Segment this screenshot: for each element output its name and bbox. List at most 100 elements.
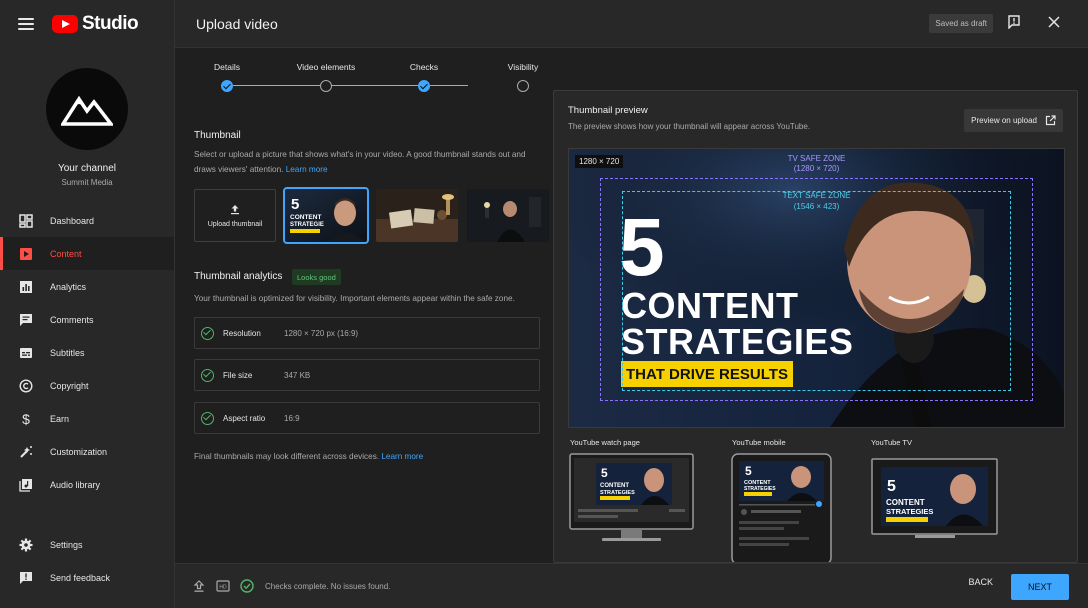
sidebar-item-label: Subtitles — [50, 347, 85, 358]
looks-good-badge: Looks good — [292, 269, 341, 285]
channel-subtitle: Summit Media — [61, 178, 113, 187]
svg-text:STRATEGIES: STRATEGIES — [744, 486, 776, 492]
check-value: 16:9 — [284, 413, 300, 423]
studio-logo[interactable]: Studio — [52, 13, 139, 35]
comments-icon — [18, 312, 33, 327]
sidebar-item-comments[interactable]: Comments — [0, 303, 174, 336]
thumbnail-desk-image — [376, 189, 458, 242]
channel-name: Your channel — [57, 163, 116, 174]
check-circle-icon — [201, 368, 214, 382]
step-checks-check-icon[interactable] — [418, 80, 430, 92]
svg-text:STRATEGIES: STRATEGIES — [600, 490, 635, 496]
thumbnail-speaker-image — [467, 189, 549, 242]
analytics-description: Your thumbnail is optimized for visibili… — [194, 294, 515, 303]
youtube-logo-icon — [52, 15, 78, 33]
thumbnail-analytics-title: Thumbnail analytics — [194, 271, 283, 282]
svg-text:CONTENT: CONTENT — [290, 214, 321, 221]
dashboard-icon — [18, 213, 33, 228]
device-label-tv: YouTube TV — [871, 438, 913, 447]
sidebar-item-subtitles[interactable]: Subtitles — [0, 336, 174, 369]
upload-icon — [231, 204, 239, 214]
menu-icon[interactable] — [18, 18, 34, 30]
sidebar-item-send-feedback[interactable]: Send feedback — [0, 561, 174, 594]
step-checks-label: Checks — [409, 62, 439, 72]
check-row-aspect-ratio: Aspect ratio 16:9 — [194, 402, 540, 434]
device-preview-mobile[interactable]: 5 CONTENT STRATEGIES — [731, 453, 833, 562]
text-safe-zone-title: TEXT SAFE ZONE — [782, 191, 851, 200]
device-preview-tv[interactable]: 5 CONTENT STRATEGIES — [871, 453, 999, 548]
report-icon[interactable] — [1006, 14, 1022, 30]
final-thumbnail-note: Final thumbnails may look different acro… — [194, 450, 539, 465]
thumbnail-description: Select or upload a picture that shows wh… — [194, 148, 539, 177]
svg-text:CONTENT: CONTENT — [886, 498, 925, 507]
sidebar-item-settings[interactable]: Settings — [0, 528, 174, 561]
device-preview-watch-page[interactable]: 5 CONTENT STRATEGIES — [569, 453, 695, 550]
stepper-line — [233, 85, 468, 86]
dialog-header: Upload video Saved as draft — [175, 0, 1088, 48]
checks-complete-icon[interactable] — [239, 578, 255, 594]
sidebar-item-dashboard[interactable]: Dashboard — [0, 204, 174, 237]
check-value: 347 KB — [284, 370, 311, 380]
back-button[interactable]: BACK — [968, 577, 993, 587]
svg-text:5: 5 — [601, 466, 608, 480]
step-video-elements-dot[interactable] — [320, 80, 332, 92]
check-row-resolution: Resolution 1280 × 720 px (16:9) — [194, 317, 540, 349]
sidebar-item-label: Content — [50, 248, 82, 259]
thumbnail-description-text: Select or upload a picture that shows wh… — [194, 150, 526, 174]
tv-safe-zone-label: TV SAFE ZONE (1280 × 720) — [601, 154, 1032, 174]
brand-bar: Studio — [0, 0, 174, 48]
sidebar-item-audio-library[interactable]: Audio library — [0, 468, 174, 501]
check-value: 1280 × 720 px (16:9) — [284, 328, 359, 338]
sidebar-nav: Dashboard Content Analytics Comments Sub… — [0, 204, 174, 501]
close-icon[interactable] — [1046, 14, 1062, 30]
open-external-icon — [1045, 115, 1056, 126]
channel-avatar[interactable] — [46, 68, 128, 150]
desktop-monitor-icon: 5 CONTENT STRATEGIES — [569, 453, 694, 541]
dialog-body: Details Video elements Checks Visibility… — [175, 48, 1088, 563]
upload-status-icon[interactable] — [191, 578, 207, 594]
hd-icon[interactable]: HD — [215, 578, 231, 594]
sidebar-item-label: Analytics — [50, 281, 87, 292]
sidebar-item-customization[interactable]: Customization — [0, 435, 174, 468]
upload-stepper: Details Video elements Checks Visibility — [175, 48, 553, 102]
svg-text:5: 5 — [887, 478, 896, 495]
thumbnail-learn-more-link[interactable]: Learn more — [286, 165, 328, 174]
step-details-label: Details — [214, 62, 240, 72]
sidebar-item-content[interactable]: Content — [0, 237, 174, 270]
upload-thumbnail-button[interactable]: Upload thumbnail — [194, 189, 276, 242]
svg-text:STRATEGIES: STRATEGIES — [886, 507, 933, 516]
customization-icon — [18, 444, 33, 459]
mountain-logo-icon — [61, 95, 113, 126]
preview-on-upload-button[interactable]: Preview on upload — [964, 109, 1063, 132]
svg-text:CONTENT: CONTENT — [600, 483, 629, 489]
step-video-elements-label: Video elements — [296, 62, 356, 72]
sidebar-item-label: Send feedback — [50, 572, 111, 583]
audio-library-icon — [18, 477, 33, 492]
check-row-file-size: File size 347 KB — [194, 359, 540, 391]
copyright-icon — [18, 378, 33, 393]
tv-icon: 5 CONTENT STRATEGIES — [871, 458, 998, 538]
thumbnail-option-3[interactable] — [467, 189, 549, 242]
final-note-learn-more-link[interactable]: Learn more — [381, 452, 423, 461]
next-button[interactable]: NEXT — [1011, 574, 1069, 600]
step-details-check-icon[interactable] — [221, 80, 233, 92]
logo-text: Studio — [82, 13, 139, 34]
thumbnail-option-2[interactable] — [376, 189, 458, 242]
svg-text:$: $ — [22, 412, 30, 426]
subtitles-icon — [18, 345, 33, 360]
analytics-icon — [18, 279, 33, 294]
thumbnail-options: Upload thumbnail 5 CONTENT STRATEGIE — [194, 187, 549, 244]
text-safe-zone: TEXT SAFE ZONE (1546 × 423) — [622, 191, 1011, 391]
thumbnail-option-1[interactable]: 5 CONTENT STRATEGIE — [283, 187, 369, 244]
sidebar-item-earn[interactable]: $ Earn — [0, 402, 174, 435]
gear-icon — [18, 537, 33, 552]
step-visibility-dot[interactable] — [517, 80, 529, 92]
sidebar-item-label: Audio library — [50, 479, 101, 490]
tv-safe-zone-title: TV SAFE ZONE — [787, 154, 846, 163]
thumbnail-preview-panel: Thumbnail preview The preview shows how … — [553, 90, 1078, 563]
check-label: File size — [223, 370, 253, 380]
sidebar-item-copyright[interactable]: Copyright — [0, 369, 174, 402]
sidebar-item-analytics[interactable]: Analytics — [0, 270, 174, 303]
preview-title: Thumbnail preview — [568, 105, 648, 116]
tv-safe-zone-size: (1280 × 720) — [793, 164, 840, 173]
